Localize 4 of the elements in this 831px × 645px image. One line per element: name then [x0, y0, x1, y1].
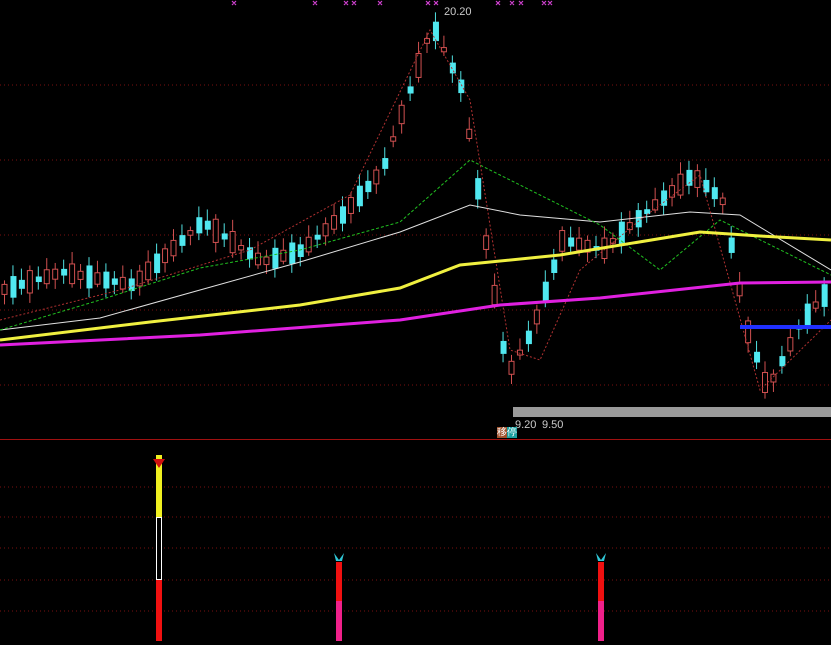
price-label: 9.20: [515, 419, 536, 431]
price-label: 9.50: [542, 419, 564, 431]
price-label: 20.20: [444, 6, 472, 18]
status-badge: 移停: [497, 427, 517, 438]
